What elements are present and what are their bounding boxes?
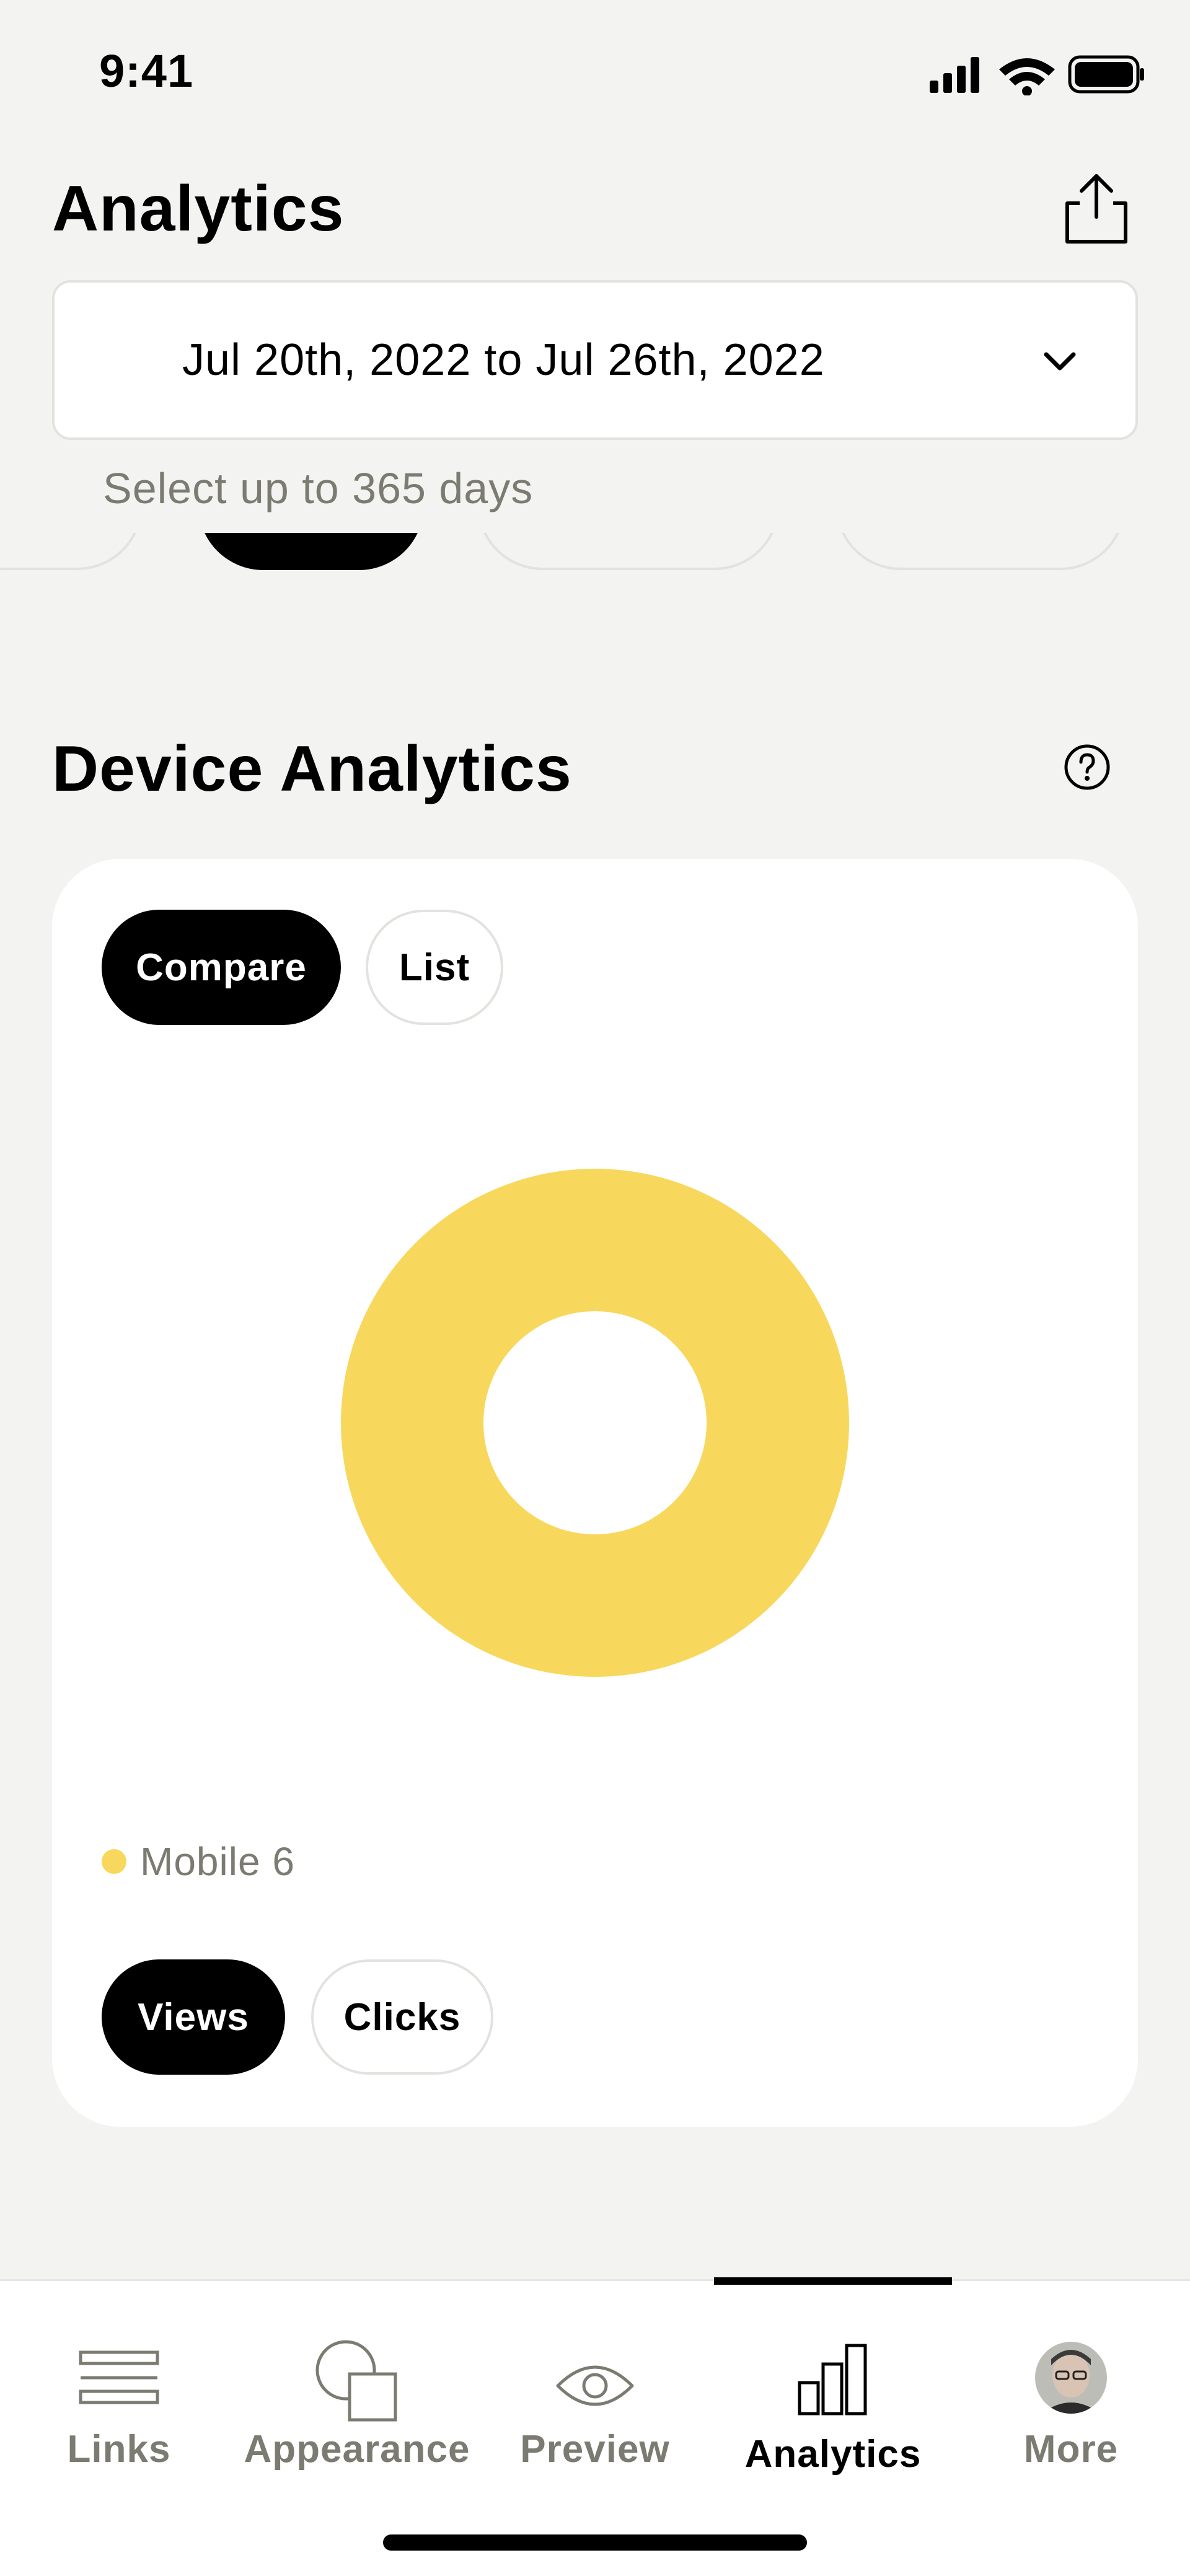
date-preset-chip[interactable]: [835, 533, 1126, 570]
nav-label-analytics: Analytics: [744, 2433, 922, 2476]
nav-item-analytics[interactable]: Analytics: [714, 2313, 952, 2476]
views-toggle-button[interactable]: Views: [102, 1959, 285, 2075]
clicks-toggle-button[interactable]: Clicks: [311, 1959, 493, 2075]
chevron-down-icon: [1044, 352, 1076, 371]
status-time: 9:41: [99, 45, 194, 97]
nav-label-appearance: Appearance: [244, 2428, 470, 2471]
bar-chart-icon: [798, 2344, 867, 2416]
appearance-icon: [315, 2340, 397, 2422]
wifi-icon: [999, 58, 1055, 95]
date-range-value: Jul 20th, 2022 to Jul 26th, 2022: [182, 335, 825, 385]
battery-icon: [1068, 55, 1144, 94]
date-preset-chip[interactable]: [477, 533, 780, 570]
share-icon: [1065, 174, 1127, 244]
nav-label-more: More: [1023, 2428, 1119, 2471]
nav-item-preview[interactable]: Preview: [476, 2313, 714, 2474]
links-icon: [79, 2350, 159, 2404]
device-analytics-card: Compare List Mobile 6 Views Clicks: [52, 859, 1138, 2127]
nav-item-appearance[interactable]: Appearance: [238, 2313, 476, 2474]
share-button[interactable]: [1061, 171, 1132, 245]
active-tab-indicator: [714, 2277, 952, 2285]
cellular-signal-icon: [930, 57, 979, 93]
legend-swatch-mobile: [102, 1849, 126, 1874]
date-range-hint: Select up to 365 days: [103, 464, 534, 512]
date-preset-chip-selected[interactable]: [198, 533, 424, 570]
date-preset-chip[interactable]: [0, 533, 143, 570]
date-preset-chips: [0, 533, 1190, 570]
list-toggle-button[interactable]: List: [366, 910, 503, 1025]
page-title: Analytics: [52, 173, 345, 245]
nav-item-links[interactable]: Links: [0, 2313, 238, 2474]
help-circle-icon: [1064, 744, 1110, 790]
nav-label-links: Links: [67, 2428, 171, 2471]
home-indicator: [383, 2534, 807, 2551]
date-range-picker[interactable]: Jul 20th, 2022 to Jul 26th, 2022: [52, 280, 1138, 440]
nav-label-preview: Preview: [520, 2428, 670, 2471]
device-donut-chart: [341, 1169, 849, 1677]
avatar: [1035, 2342, 1107, 2414]
compare-toggle-button[interactable]: Compare: [102, 910, 341, 1025]
chart-legend: Mobile 6: [102, 1837, 295, 1886]
device-analytics-title: Device Analytics: [52, 733, 572, 805]
legend-label-mobile: Mobile 6: [140, 1839, 295, 1884]
bottom-navigation: Links Appearance Preview Analytics More: [0, 2277, 1190, 2576]
status-icons: [930, 55, 1144, 95]
eye-icon: [556, 2365, 634, 2406]
donut-slice-mobile: [341, 1169, 849, 1677]
help-button[interactable]: [1064, 744, 1111, 791]
nav-item-more[interactable]: More: [952, 2313, 1190, 2474]
